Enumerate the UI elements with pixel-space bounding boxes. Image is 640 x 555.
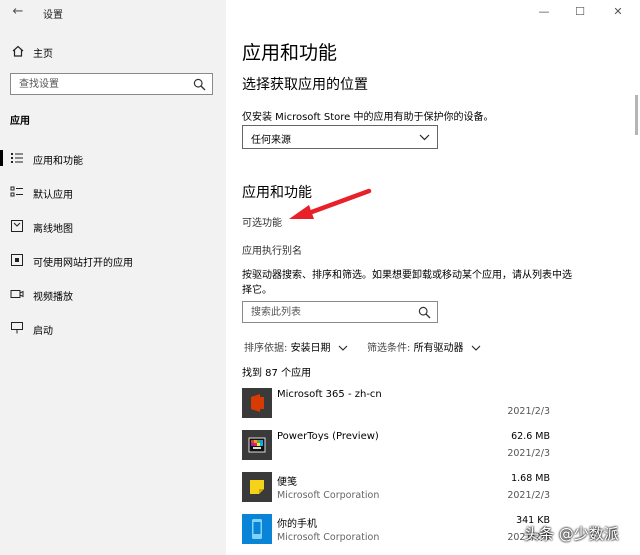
app-list-item[interactable]: 便笺 Microsoft Corporation 1.68 MB 2021/2/… xyxy=(242,472,552,514)
sort-value: 安装日期 xyxy=(290,343,331,354)
watermark: 头条 @少数派 xyxy=(524,518,636,546)
sidebar-item-label: 默认应用 xyxy=(33,190,73,201)
chevron-down-icon xyxy=(471,345,481,351)
app-size: 1.68 MB xyxy=(511,473,550,484)
app-list-search-box[interactable] xyxy=(242,301,438,323)
app-execution-aliases-link[interactable]: 应用执行别名 xyxy=(242,242,302,257)
maximize-button[interactable]: ☐ xyxy=(572,4,588,20)
sidebar-item-default-apps[interactable]: 默认应用 xyxy=(0,178,226,206)
home-icon xyxy=(12,45,24,57)
app-name: Microsoft 365 - zh-cn xyxy=(277,389,382,400)
sidebar-item-apps-for-websites[interactable]: 可使用网站打开的应用 xyxy=(0,246,226,274)
app-name: 你的手机 xyxy=(277,519,317,530)
chevron-down-icon xyxy=(419,134,430,141)
app-install-date: 2021/2/3 xyxy=(507,490,550,501)
app-source-dropdown[interactable]: 任何来源 xyxy=(242,125,438,149)
sidebar-item-home[interactable]: 主页 xyxy=(0,40,226,66)
video-playback-icon xyxy=(10,290,24,298)
minimize-button[interactable]: — xyxy=(536,4,552,20)
sort-label: 排序依据: xyxy=(244,343,288,354)
scrollbar-thumb[interactable] xyxy=(635,95,638,135)
app-publisher: Microsoft Corporation xyxy=(277,532,380,543)
sidebar-item-apps-features[interactable]: 应用和功能 xyxy=(0,144,226,172)
powertoys-icon xyxy=(242,430,272,460)
filter-dropdown[interactable]: 筛选条件: 所有驱动器 xyxy=(367,339,481,354)
app-name: 便笺 xyxy=(277,477,297,488)
active-indicator xyxy=(0,150,3,166)
app-size: 62.6 MB xyxy=(511,431,550,442)
sidebar-item-label: 视频播放 xyxy=(33,292,73,303)
app-list-item[interactable]: Microsoft 365 - zh-cn 2021/2/3 xyxy=(242,388,552,430)
your-phone-icon xyxy=(242,514,272,544)
sidebar-item-label: 可使用网站打开的应用 xyxy=(33,258,133,269)
search-icon[interactable] xyxy=(418,306,431,319)
default-apps-icon xyxy=(10,186,23,197)
app-list-item[interactable]: 你的手机 Microsoft Corporation 341 KB 2021/2… xyxy=(242,514,552,555)
sticky-notes-icon xyxy=(242,472,272,502)
chevron-down-icon xyxy=(338,345,348,351)
sidebar-item-offline-maps[interactable]: 离线地图 xyxy=(0,212,226,240)
sidebar-section-heading: 应用 xyxy=(10,116,30,127)
close-button[interactable]: ✕ xyxy=(610,4,626,20)
apps-section-description: 按驱动器搜索、排序和筛选。如果想要卸载或移动某个应用，请从列表中选择它。 xyxy=(242,270,572,296)
titlebar: ← 设置 xyxy=(0,0,226,26)
search-icon[interactable] xyxy=(193,78,206,91)
settings-search-box[interactable] xyxy=(10,73,213,95)
window-controls: — ☐ ✕ xyxy=(530,4,640,20)
app-count: 找到 87 个应用 xyxy=(242,368,312,379)
settings-search-input[interactable] xyxy=(11,74,191,94)
dropdown-value: 任何来源 xyxy=(251,135,291,146)
install-section-heading: 选择获取应用的位置 xyxy=(242,77,368,93)
sidebar: ← 设置 主页 应用 应用和功能 默认应用 xyxy=(0,0,226,555)
app-install-date: 2021/2/3 xyxy=(507,448,550,459)
app-install-date: 2021/2/3 xyxy=(507,406,550,417)
app-list-item[interactable]: PowerToys (Preview) 62.6 MB 2021/2/3 xyxy=(242,430,552,472)
offline-maps-icon xyxy=(11,220,23,232)
page-title: 应用和功能 xyxy=(242,42,338,64)
window-title: 设置 xyxy=(43,10,63,21)
apps-list-icon xyxy=(11,153,23,163)
filter-label: 筛选条件: xyxy=(367,343,411,354)
sidebar-item-label: 启动 xyxy=(33,326,53,337)
sidebar-item-label: 离线地图 xyxy=(33,224,73,235)
app-list-search-input[interactable] xyxy=(243,302,413,322)
watermark-text: 头条 @少数派 xyxy=(524,525,619,543)
back-button[interactable]: ← xyxy=(8,3,28,21)
app-publisher: Microsoft Corporation xyxy=(277,490,380,501)
app-name: PowerToys (Preview) xyxy=(277,431,379,442)
office-icon xyxy=(242,388,272,418)
annotation-arrow-icon xyxy=(289,188,372,219)
optional-features-link[interactable]: 可选功能 xyxy=(242,214,282,229)
sidebar-item-video-playback[interactable]: 视频播放 xyxy=(0,280,226,308)
sidebar-item-startup[interactable]: 启动 xyxy=(0,314,226,342)
startup-icon xyxy=(11,322,23,334)
install-section-description: 仅安装 Microsoft Store 中的应用有助于保护你的设备。 xyxy=(242,112,494,123)
sidebar-item-label: 应用和功能 xyxy=(33,156,83,167)
sort-dropdown[interactable]: 排序依据: 安装日期 xyxy=(244,339,348,354)
sidebar-item-label: 主页 xyxy=(33,49,53,60)
apps-for-websites-icon xyxy=(11,254,23,266)
filter-value: 所有驱动器 xyxy=(413,343,464,354)
